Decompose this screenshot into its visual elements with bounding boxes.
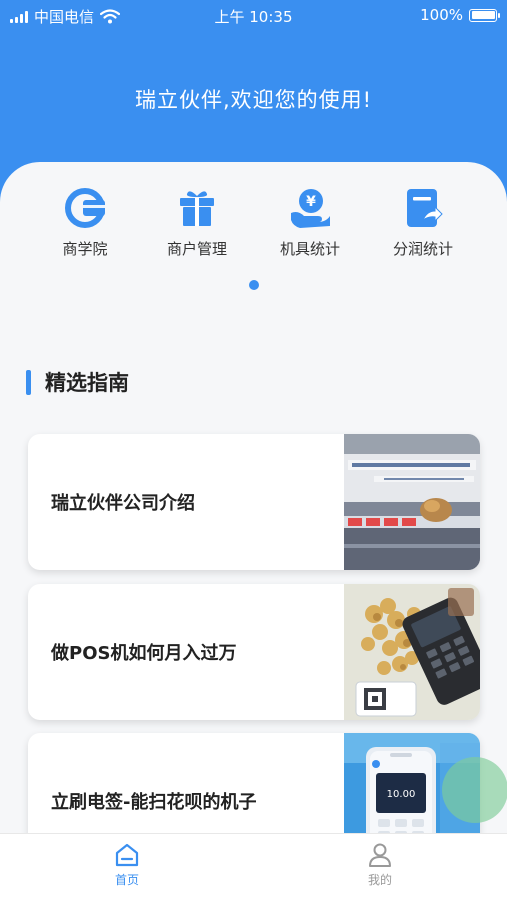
page-indicator-dot (249, 280, 259, 290)
section-accent-bar (26, 369, 31, 395)
tab-mine[interactable]: 我的 (340, 842, 420, 888)
menu-label: 商户管理 (166, 240, 227, 258)
tab-label: 我的 (367, 873, 392, 887)
yen-hand-icon: ¥ (291, 189, 330, 228)
pos-machine-coins-photo (344, 584, 480, 720)
battery-percent: 100% (420, 6, 463, 24)
svg-text:10.00: 10.00 (387, 789, 416, 800)
svg-text:¥: ¥ (306, 194, 316, 210)
business-school-icon (65, 188, 105, 228)
guide-card-pos-income[interactable]: 做POS机如何月入过万 (28, 584, 480, 720)
battery-icon (469, 8, 500, 22)
section-header: 精选指南 (26, 367, 129, 397)
menu-label: 商学院 (62, 240, 108, 258)
user-icon (369, 843, 391, 867)
tab-label: 首页 (114, 873, 139, 887)
status-bar: 中国电信 上午 10:35 100% (0, 0, 507, 30)
card-title: 做POS机如何月入过万 (51, 643, 237, 664)
home-icon (115, 843, 139, 867)
card-title: 瑞立伙伴公司介绍 (51, 493, 195, 514)
menu-item-profit-stats[interactable]: 分润统计 (368, 186, 478, 259)
tab-home[interactable]: 首页 (87, 842, 167, 888)
section-title: 精选指南 (45, 371, 129, 395)
welcome-text: 瑞立伙伴,欢迎您的使用! (134, 88, 373, 112)
menu-label: 机具统计 (279, 240, 340, 258)
menu-item-business-school[interactable]: 商学院 (30, 186, 140, 259)
gift-box-icon (180, 191, 214, 226)
floating-assistive-button[interactable] (442, 757, 507, 823)
menu-item-device-stats[interactable]: ¥ 机具统计 (255, 186, 365, 259)
bottom-tab-bar: 首页 我的 (0, 833, 507, 900)
menu-label: 分润统计 (392, 240, 453, 258)
guide-card-company-intro[interactable]: 瑞立伙伴公司介绍 (28, 434, 480, 570)
menu-item-merchant-management[interactable]: 商户管理 (142, 186, 252, 259)
main-panel: 商学院 商户管理 ¥ 机具统计 分润统计 精选指南 瑞立伙伴公司介绍 做POS机… (0, 162, 507, 869)
status-right: 100% (420, 6, 500, 24)
feature-menu: 商学院 商户管理 ¥ 机具统计 分润统计 (0, 186, 507, 266)
company-office-photo (344, 434, 480, 570)
share-document-icon (407, 189, 443, 227)
